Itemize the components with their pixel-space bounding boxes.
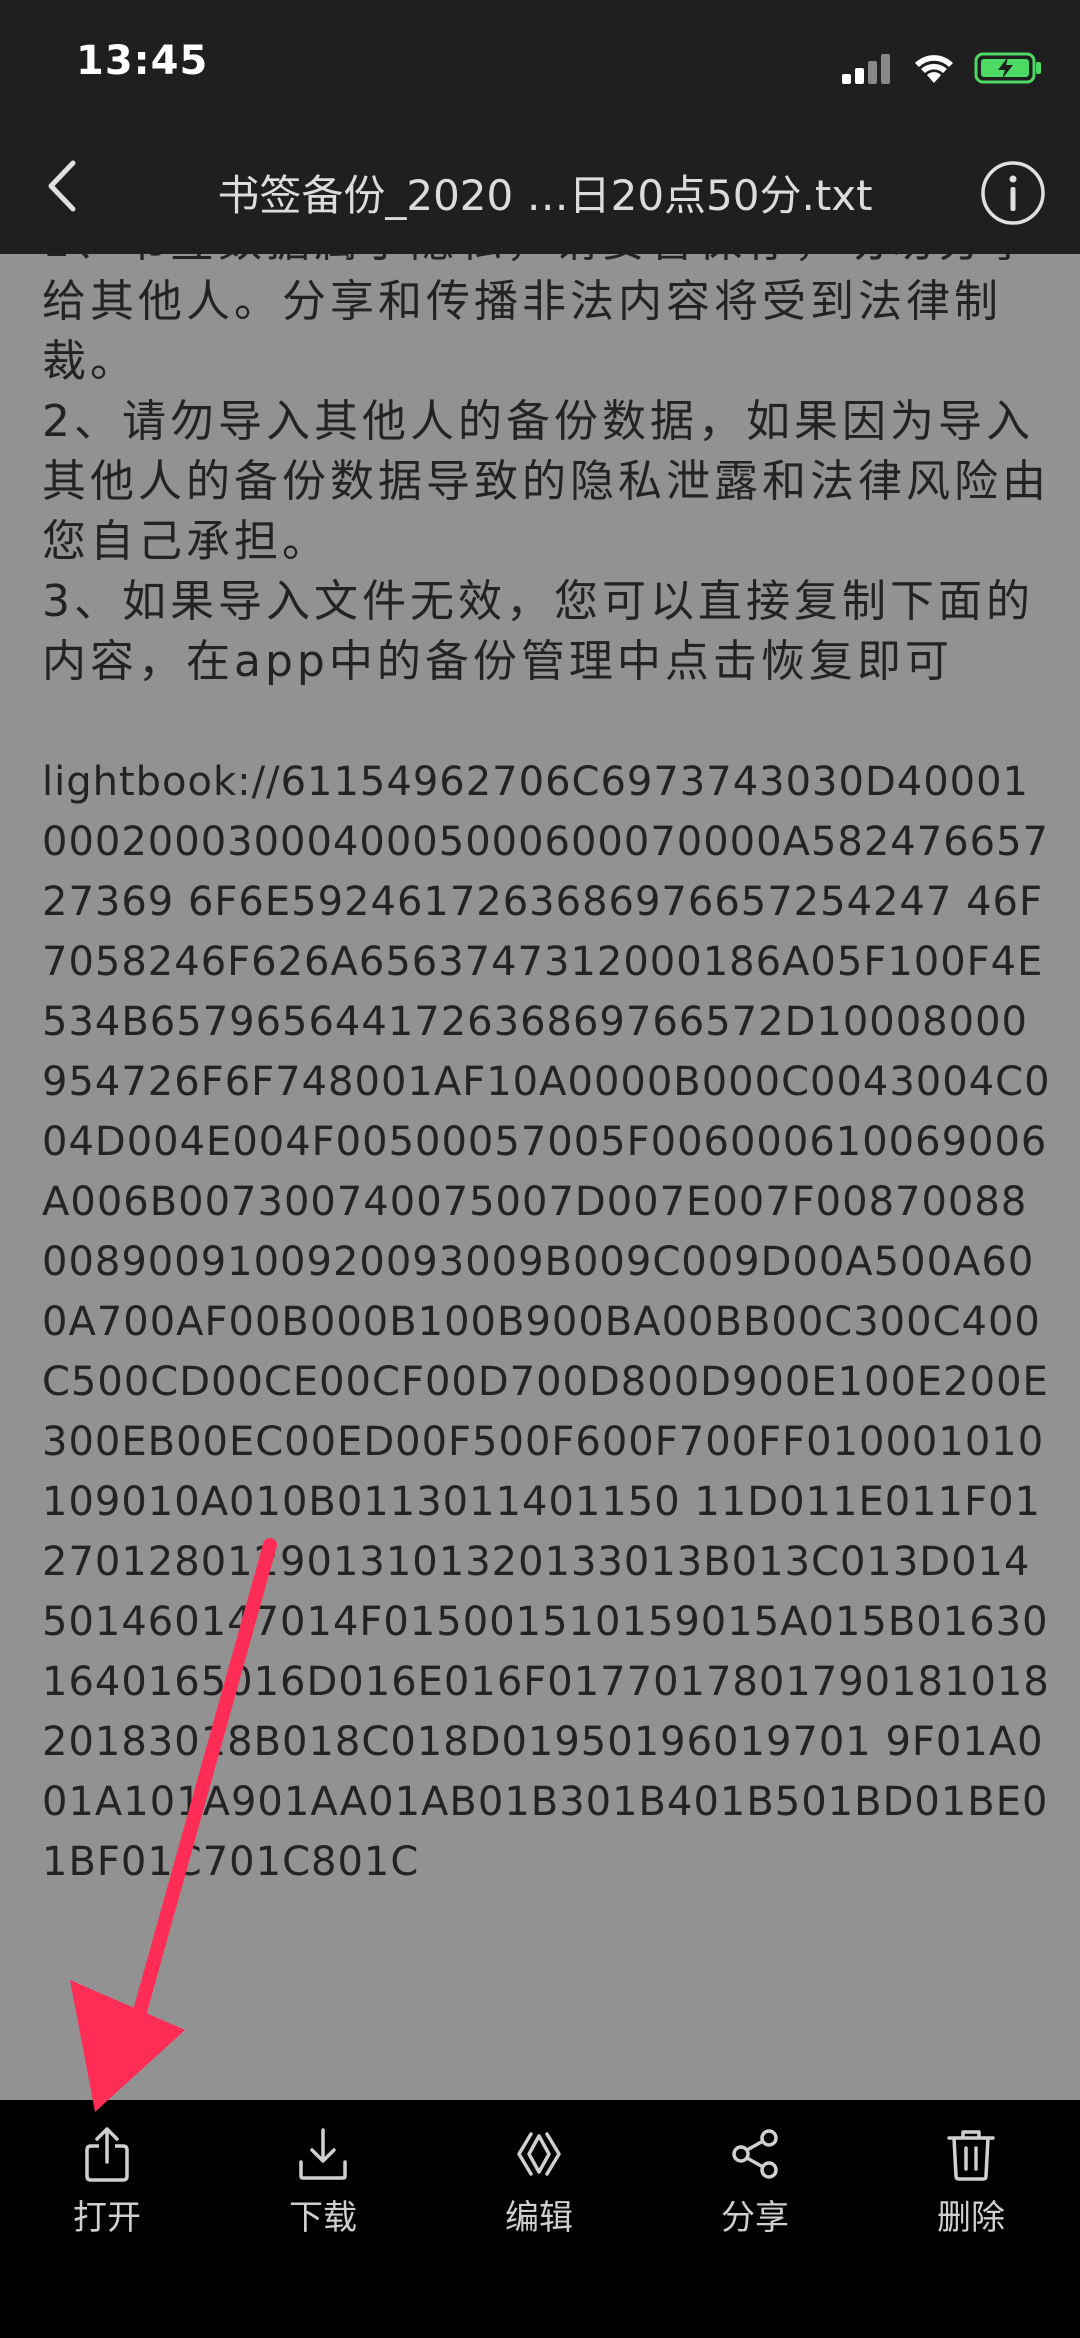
download-icon bbox=[299, 2128, 347, 2180]
cellular-signal-icon bbox=[842, 54, 890, 84]
document-content[interactable]: 1、书签数据属于隐私，请妥善保存，切勿分享给其他人。分享和传播非法内容将受到法律… bbox=[0, 254, 1080, 2100]
open-button[interactable]: 打开 bbox=[37, 2124, 177, 2244]
info-button[interactable] bbox=[980, 160, 1046, 226]
notice-paragraph-3: 3、如果导入文件无效，您可以直接复制下面的内容，在app中的备份管理中点击恢复即… bbox=[42, 576, 1034, 687]
download-label: 下载 bbox=[289, 2198, 357, 2238]
share-open-icon bbox=[85, 2127, 129, 2182]
edit-label: 编辑 bbox=[505, 2198, 573, 2238]
info-icon bbox=[981, 161, 1045, 225]
chevron-left-icon bbox=[48, 160, 76, 212]
delete-button[interactable]: 删除 bbox=[901, 2124, 1041, 2244]
notice-paragraph-1: 1、书签数据属于隐私，请妥善保存，切勿分享给其他人。分享和传播非法内容将受到法律… bbox=[42, 254, 1030, 387]
notice-paragraph-2: 2、请勿导入其他人的备份数据，如果因为导入其他人的备份数据导致的隐私泄露和法律风… bbox=[42, 396, 1050, 567]
status-icons bbox=[840, 48, 1044, 88]
backup-code: lightbook://61154962706C6973743030D40001… bbox=[42, 759, 1051, 1885]
page-title: 书签备份_2020 …日20点50分.txt bbox=[217, 171, 873, 220]
status-time: 13:45 bbox=[76, 38, 209, 84]
share-nodes-icon bbox=[732, 2129, 778, 2179]
battery-charging-icon bbox=[974, 52, 1041, 84]
trash-icon bbox=[947, 2130, 995, 2181]
bottom-toolbar: 打开 下载 编辑 分享 删除 bbox=[0, 2100, 1080, 2338]
wifi-icon bbox=[915, 55, 953, 83]
document-text: 1、书签数据属于隐私，请妥善保存，切勿分享给其他人。分享和传播非法内容将受到法律… bbox=[42, 254, 1052, 1892]
share-label: 分享 bbox=[721, 2198, 789, 2238]
download-button[interactable]: 下载 bbox=[253, 2124, 393, 2244]
open-label: 打开 bbox=[73, 2198, 141, 2238]
edit-button[interactable]: 编辑 bbox=[469, 2124, 609, 2244]
delete-label: 删除 bbox=[937, 2198, 1005, 2238]
nav-bar: 书签备份_2020 …日20点50分.txt bbox=[0, 132, 1080, 254]
status-bar: 13:45 bbox=[0, 0, 1080, 132]
back-button[interactable] bbox=[30, 154, 94, 218]
edit-code-icon bbox=[517, 2132, 561, 2176]
share-button[interactable]: 分享 bbox=[685, 2124, 825, 2244]
